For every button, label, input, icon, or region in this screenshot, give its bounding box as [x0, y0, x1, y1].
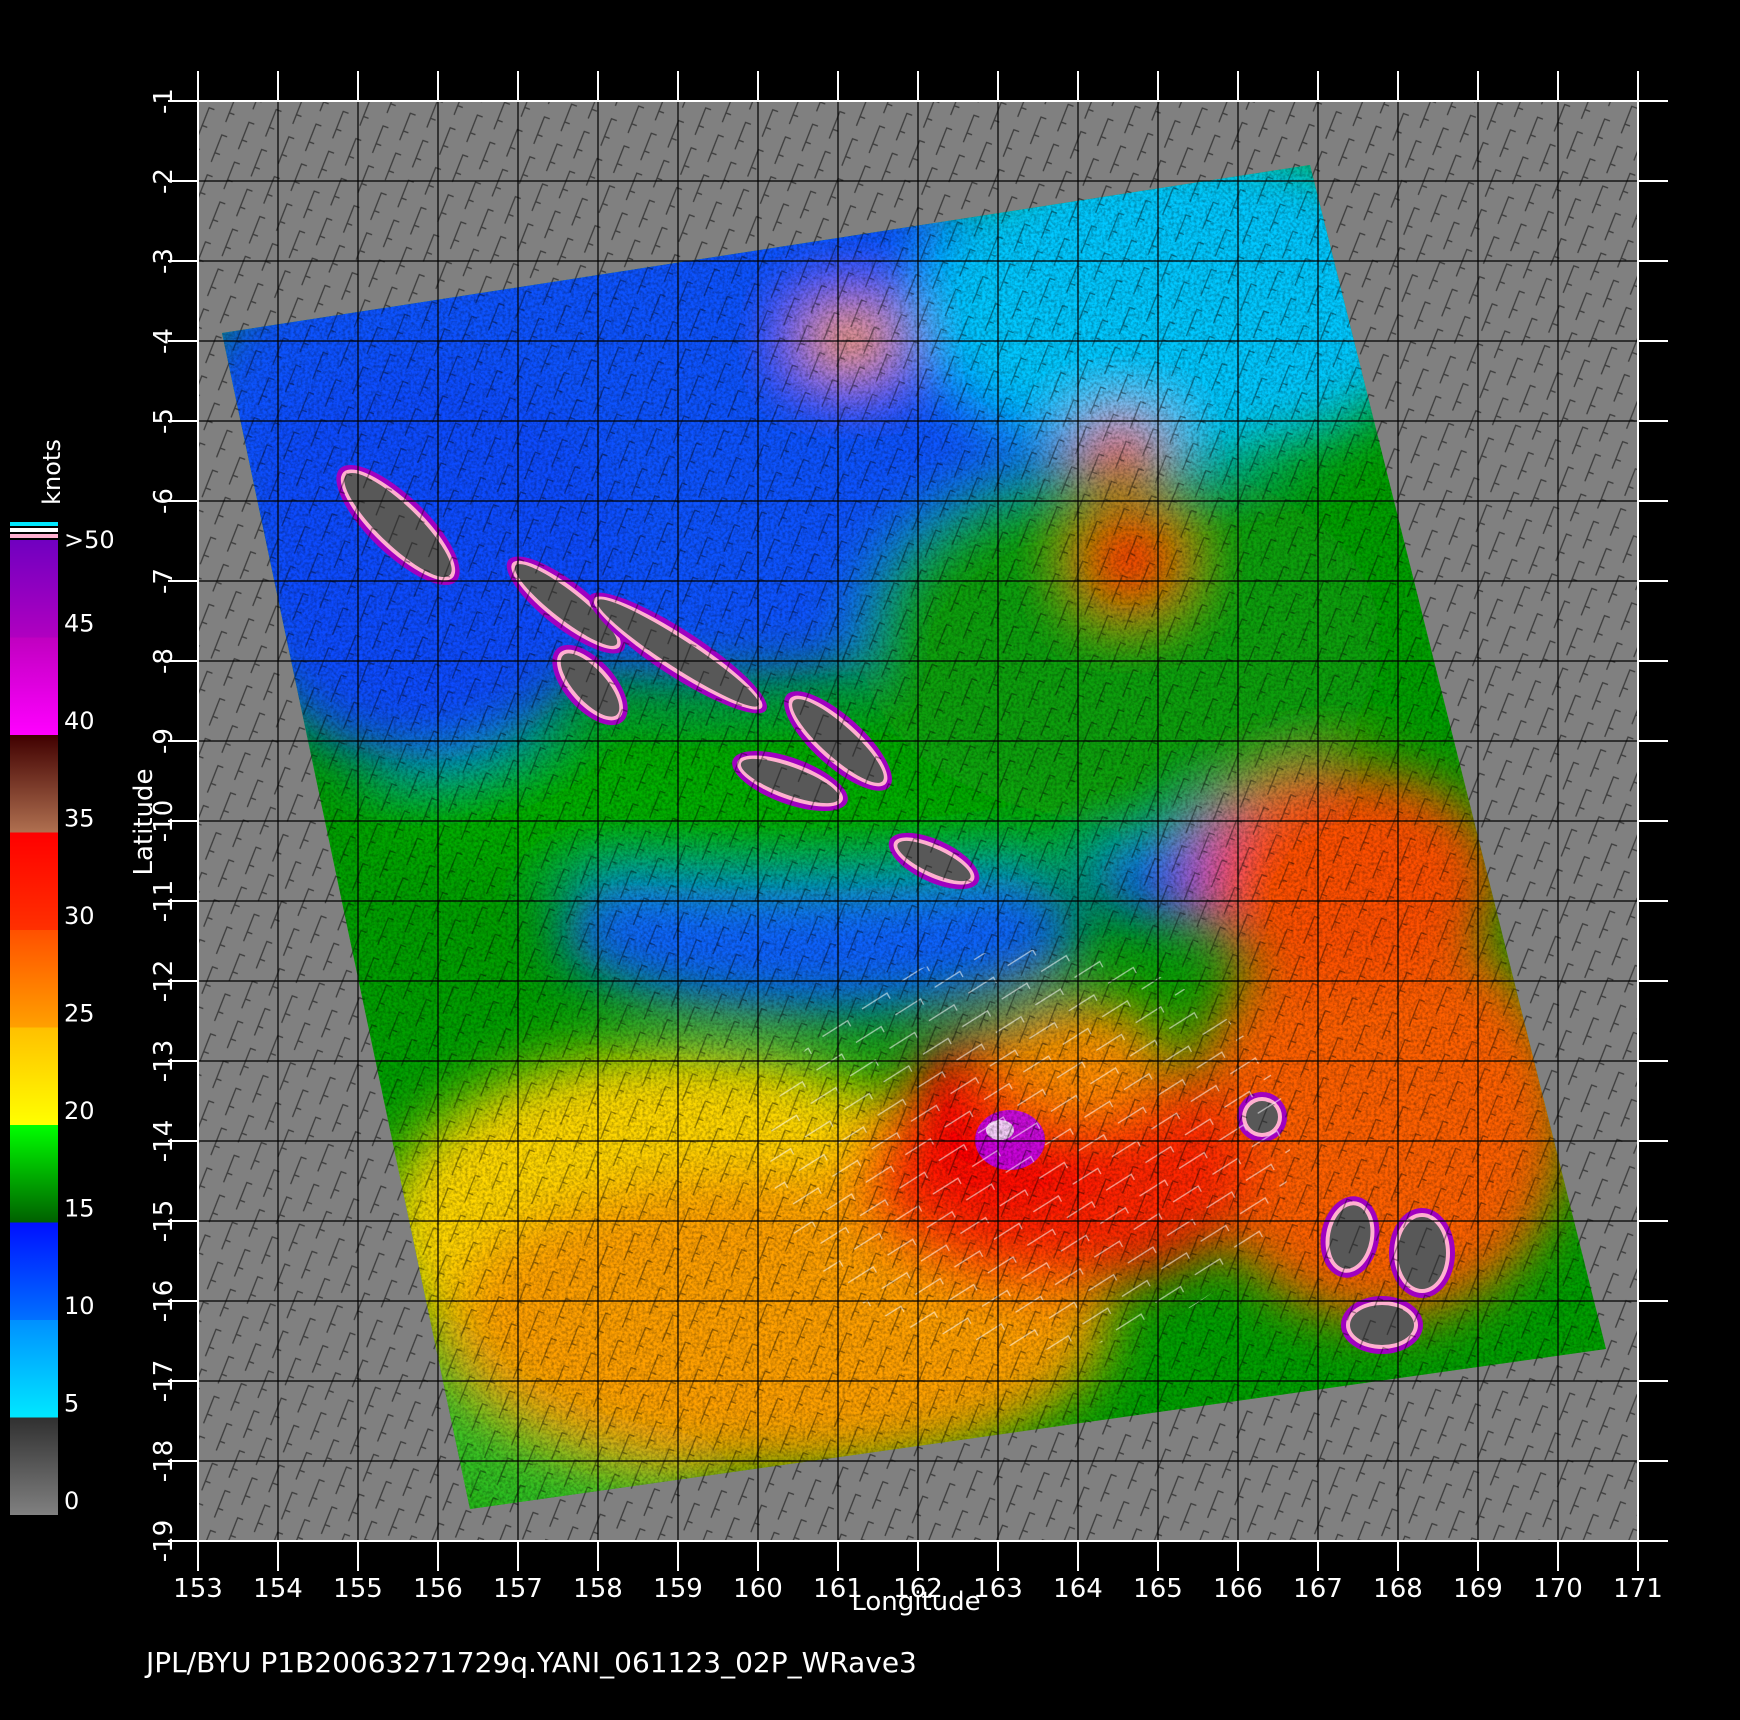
colorbar-segment: [10, 735, 58, 833]
lon-tick-label: 166: [1213, 1574, 1263, 1604]
lon-tick-label: 168: [1373, 1574, 1423, 1604]
colorbar-tick-label: 0: [64, 1487, 79, 1515]
lon-tick-label: 170: [1533, 1574, 1583, 1604]
lat-tick-label: -18: [149, 1440, 179, 1482]
colorbar-top-line-1: [10, 522, 58, 526]
colorbar-segment: [10, 1417, 58, 1515]
colorbar-segment: [10, 1125, 58, 1223]
colorbar-tick-label: 40: [64, 707, 95, 735]
colorbar-tick-label: 20: [64, 1097, 95, 1125]
colorbar-segment: [10, 637, 58, 735]
colorbar-tick-label: 15: [64, 1195, 95, 1223]
lat-tick-label: -13: [149, 1040, 179, 1082]
colorbar-labels: >50 45 40 35 30 25 20 15 10 5 0: [64, 526, 115, 1515]
lat-tick-label: -1: [149, 88, 179, 114]
lat-tick-label: -14: [149, 1120, 179, 1162]
colorbar-tick-label: 10: [64, 1292, 95, 1320]
lat-tick-label: -19: [149, 1520, 179, 1562]
lon-tick-label: 153: [173, 1574, 223, 1604]
map-area: [197, 100, 1639, 1542]
x-axis-title: Longitude: [851, 1587, 980, 1617]
lat-tick-label: -8: [149, 648, 179, 674]
lat-tick-label: -2: [149, 168, 179, 194]
colorbar-tick-label: >50: [64, 526, 115, 554]
colorbar-top-line-2: [10, 528, 58, 532]
colorbar-segment: [10, 540, 58, 638]
lat-tick-label: -5: [149, 408, 179, 434]
lon-tick-label: 164: [1053, 1574, 1103, 1604]
colorbar-segment: [10, 832, 58, 930]
lat-tick-label: -6: [149, 488, 179, 514]
y-axis-title: Latitude: [129, 768, 159, 875]
colorbar-segment: [10, 1222, 58, 1320]
lat-tick-label: -16: [149, 1280, 179, 1322]
lat-tick-label: -12: [149, 960, 179, 1002]
colorbar-top-line-3: [10, 534, 58, 538]
lat-tick-label: -7: [149, 568, 179, 594]
colorbar-title: knots: [38, 439, 66, 505]
colorbar-tick-label: 30: [64, 902, 95, 930]
lat-tick-label: -17: [149, 1360, 179, 1402]
storm-wind-barbs: [770, 950, 1290, 1350]
scatterometer-wind-map: 153 154 155 156 157 158 159 160 161 162 163 164 165 1…: [10, 71, 1668, 1679]
lat-tick-label: -3: [149, 248, 179, 274]
lon-tick-label: 167: [1293, 1574, 1343, 1604]
colorbar-tick-label: 35: [64, 805, 95, 833]
colorbar-tick-label: 45: [64, 610, 95, 638]
colorbar-tick-label: 25: [64, 1000, 95, 1028]
lon-tick-label: 159: [653, 1574, 703, 1604]
lon-tick-label: 165: [1133, 1574, 1183, 1604]
lon-tick-label: 155: [333, 1574, 383, 1604]
colorbar-segment: [10, 1320, 58, 1418]
colorbar: knots >50 45 40 35 30 25 20 15 10 5 0: [10, 439, 115, 1515]
colorbar-tick-label: 5: [64, 1390, 79, 1418]
lon-tick-label: 157: [493, 1574, 543, 1604]
lon-tick-label: 154: [253, 1574, 303, 1604]
colorbar-segment: [10, 930, 58, 1028]
lat-tick-label: -11: [149, 880, 179, 922]
footer-product-id: JPL/BYU P1B20063271729q.YANI_061123_02P_…: [144, 1646, 917, 1679]
lon-tick-label: 171: [1613, 1574, 1663, 1604]
lat-tick-label: -15: [149, 1200, 179, 1242]
lat-tick-label: -4: [149, 328, 179, 354]
lat-tick-label: -9: [149, 728, 179, 754]
lon-tick-label: 160: [733, 1574, 783, 1604]
colorbar-segment: [10, 1027, 58, 1125]
lon-tick-label: 169: [1453, 1574, 1503, 1604]
lon-tick-label: 158: [573, 1574, 623, 1604]
lon-tick-label: 156: [413, 1574, 463, 1604]
colorbar-segments: [10, 540, 58, 1515]
